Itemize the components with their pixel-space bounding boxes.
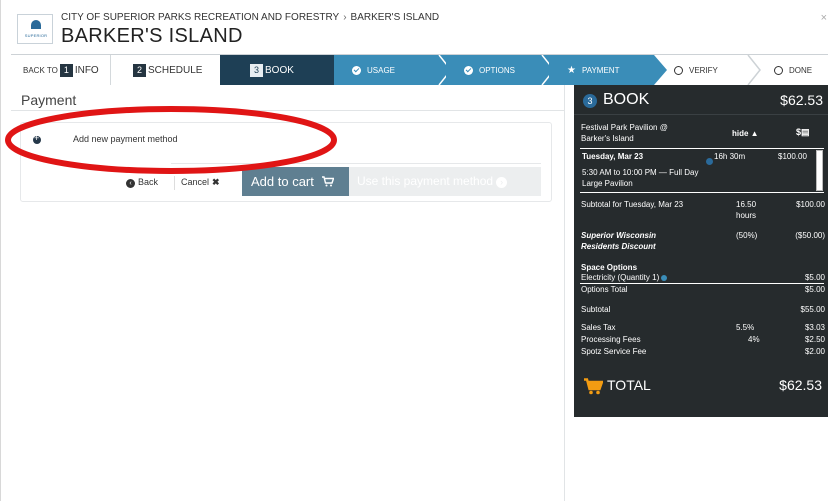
- step-label: INFO: [74, 64, 99, 76]
- logo-text: SUPERIOR: [24, 33, 48, 38]
- row-amount: $5.00: [804, 273, 825, 282]
- use-payment-method-button[interactable]: Use this payment method ›: [349, 167, 541, 196]
- steps-bar: BACK TO 1 INFO 2 SCHEDULE 3 BOOK USAGE O…: [11, 54, 828, 85]
- summary-title: BOOK: [603, 91, 650, 108]
- summary-header-amount: $62.53: [780, 92, 823, 108]
- step-number: 3: [250, 63, 263, 77]
- use-payment-method-label: Use this payment method: [357, 174, 494, 188]
- clock-icon: [706, 158, 713, 165]
- row-label: Options Total: [581, 285, 628, 294]
- breadcrumb-org[interactable]: CITY OF SUPERIOR PARKS RECREATION AND FO…: [61, 12, 339, 23]
- row-pct: 5.5%: [736, 323, 755, 332]
- row-amount: ($50.00): [795, 231, 825, 240]
- superior-logo: SUPERIOR: [17, 14, 53, 44]
- chevron-right-icon: ›: [496, 177, 508, 188]
- row-pct: 4%: [748, 335, 760, 344]
- back-arrow-icon: ‹: [126, 179, 135, 188]
- step-number: 2: [133, 63, 146, 77]
- row-label: Subtotal: [581, 305, 611, 314]
- step-back-prefix: BACK TO: [23, 65, 58, 75]
- divider: [580, 192, 824, 193]
- reservation-time: 5:30 AM to 10:00 PM — Full Day Large Pav…: [582, 168, 699, 188]
- booking-summary-panel: 3 BOOK $62.53 Festival Park Pavilion @ B…: [574, 85, 828, 417]
- price-list-icon[interactable]: $▤: [796, 127, 810, 138]
- row-label: Subtotal for Tuesday, Mar 23: [581, 200, 684, 209]
- step-back-to-info[interactable]: BACK TO 1 INFO: [11, 55, 110, 85]
- row-amount: $5.00: [804, 285, 825, 294]
- reservation-date-box: Tuesday, Mar 23 5:30 AM to 10:00 PM — Fu…: [580, 148, 824, 191]
- cart-icon: [584, 378, 603, 395]
- row-amount: $2.00: [804, 347, 825, 356]
- total-amount: $62.53: [779, 377, 822, 393]
- star-icon: ★: [567, 64, 576, 76]
- row-amount: $100.00: [796, 200, 825, 209]
- step-number: 1: [59, 63, 73, 77]
- step-label: OPTIONS: [479, 65, 516, 75]
- step-done[interactable]: DONE: [754, 55, 828, 85]
- page-title: BARKER'S ISLAND: [61, 25, 243, 47]
- step-payment[interactable]: ★ PAYMENT: [549, 55, 654, 85]
- breadcrumb-place[interactable]: BARKER'S ISLAND: [351, 12, 440, 23]
- step-book[interactable]: 3 BOOK: [220, 55, 334, 85]
- step-label: SCHEDULE: [148, 64, 203, 76]
- booking-window: SUPERIOR CITY OF SUPERIOR PARKS RECREATI…: [0, 0, 828, 501]
- empty-circle-icon: [774, 65, 783, 75]
- row-hours: 16.50 hours: [736, 200, 757, 220]
- step-schedule[interactable]: 2 SCHEDULE: [110, 55, 220, 85]
- row-pct: (50%): [736, 231, 758, 240]
- info-icon[interactable]: [661, 274, 668, 281]
- row-label: Sales Tax: [581, 323, 616, 332]
- step-label: DONE: [789, 65, 813, 75]
- step-label: USAGE: [367, 65, 396, 75]
- step-verify[interactable]: VERIFY: [654, 55, 754, 85]
- logo-arc-icon: [31, 20, 41, 29]
- row-amount: $2.50: [804, 335, 825, 344]
- scrollbar[interactable]: [816, 150, 823, 191]
- check-circle-icon: [352, 65, 361, 75]
- header: SUPERIOR CITY OF SUPERIOR PARKS RECREATI…: [1, 0, 828, 54]
- step-label: PAYMENT: [581, 65, 620, 75]
- row-label: Electricity (Quantity 1): [581, 272, 668, 283]
- step-usage[interactable]: USAGE: [334, 55, 446, 85]
- reservation-price: $100.00: [778, 152, 807, 161]
- electricity-label: Electricity (Quantity 1): [581, 273, 660, 282]
- row-amount: $3.03: [804, 323, 825, 332]
- total-label: TOTAL: [607, 377, 651, 393]
- total-row: TOTAL $62.53: [582, 375, 826, 397]
- row-label: Processing Fees: [581, 335, 641, 344]
- step-label: VERIFY: [689, 65, 718, 75]
- step-label: BOOK: [265, 64, 294, 76]
- breadcrumb: CITY OF SUPERIOR PARKS RECREATION AND FO…: [61, 12, 439, 23]
- breadcrumb-separator-icon: ›: [343, 12, 347, 23]
- summary-step-number: 3: [583, 94, 597, 108]
- check-circle-icon: [464, 65, 473, 75]
- annotation-ellipse: [5, 106, 337, 174]
- facility-name: Festival Park Pavilion @ Barker's Island: [581, 123, 668, 143]
- step-options[interactable]: OPTIONS: [446, 55, 549, 85]
- reservation-duration: 16h 30m: [714, 152, 746, 161]
- row-amount: $55.00: [800, 305, 825, 314]
- panel-divider: [564, 85, 565, 501]
- empty-circle-icon: [674, 65, 683, 75]
- close-icon[interactable]: ×: [821, 12, 827, 24]
- row-label: Superior Wisconsin Residents Discount: [581, 231, 657, 251]
- hide-toggle[interactable]: hide ▲: [732, 129, 759, 138]
- reservation-date: Tuesday, Mar 23: [582, 152, 644, 161]
- summary-header: 3 BOOK $62.53: [574, 85, 828, 115]
- row-label: Spotz Service Fee: [581, 347, 647, 356]
